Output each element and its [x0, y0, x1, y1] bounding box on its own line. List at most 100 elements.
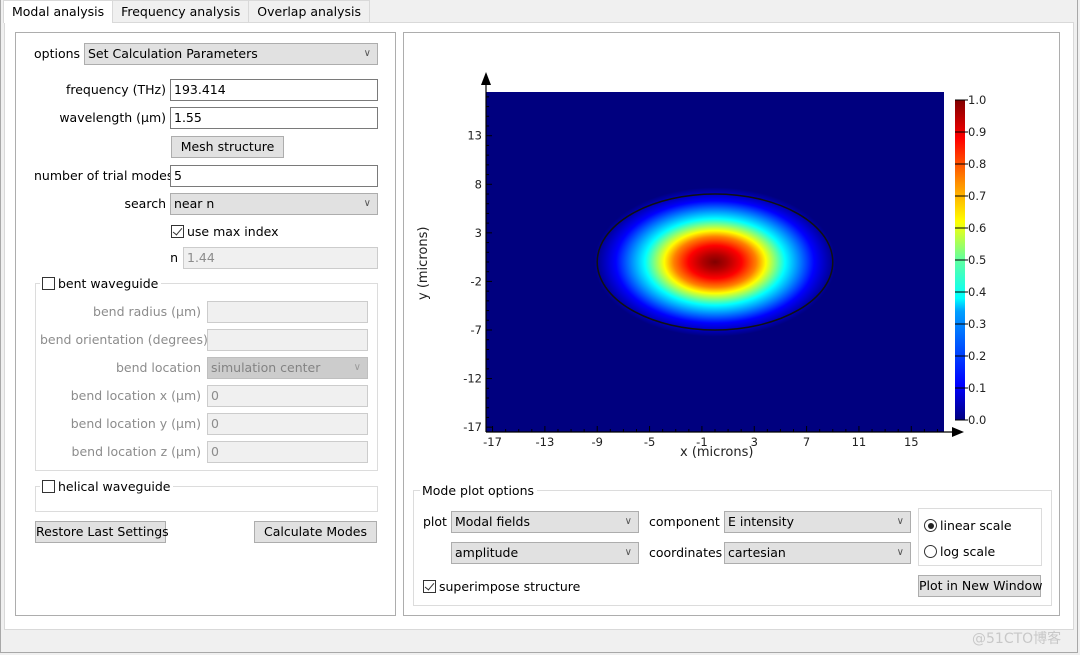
- bend-location-x-input[interactable]: 0: [207, 385, 368, 407]
- y-tick-label: -7: [471, 323, 482, 337]
- n-input[interactable]: 1.44: [183, 247, 378, 269]
- n-label: n: [170, 250, 178, 265]
- bend-radius-label: bend radius (µm): [93, 304, 201, 319]
- bend-location-dropdown[interactable]: simulation center ∨: [207, 357, 368, 379]
- plot-label: plot: [423, 514, 447, 529]
- bend-location-z-input[interactable]: 0: [207, 441, 368, 463]
- plot-in-new-window-button[interactable]: Plot in New Window: [918, 575, 1042, 597]
- x-tick-label: 15: [904, 435, 919, 449]
- y-axis-arrow-icon: [481, 72, 491, 85]
- chevron-down-icon: ∨: [353, 362, 361, 373]
- mesh-structure-button[interactable]: Mesh structure: [171, 136, 284, 158]
- options-dropdown[interactable]: Set Calculation Parameters ∨: [84, 43, 378, 65]
- bent-waveguide-label: bent waveguide: [58, 275, 159, 291]
- y-tick-label: -2: [471, 274, 482, 288]
- bend-location-z-label: bend location z (µm): [71, 444, 201, 459]
- checkbox-unchecked-icon: [42, 277, 55, 290]
- bend-orientation-input[interactable]: [207, 329, 368, 351]
- wavelength-label: wavelength (µm): [59, 110, 166, 125]
- component-dropdown[interactable]: E intensity ∨: [724, 511, 911, 533]
- component-value: E intensity: [728, 514, 795, 529]
- colorbar-tick-label: 0.8: [968, 157, 986, 171]
- bent-waveguide-checkbox[interactable]: bent waveguide: [40, 275, 162, 293]
- bend-location-x-label: bend location x (µm): [70, 388, 201, 403]
- y-tick-label: 3: [475, 226, 482, 240]
- restore-last-settings-button[interactable]: Restore Last Settings: [35, 521, 169, 543]
- x-tick-label: 7: [803, 435, 810, 449]
- log-scale-radio[interactable]: log scale: [924, 542, 995, 560]
- plot-dropdown[interactable]: Modal fields ∨: [451, 511, 639, 533]
- superimpose-structure-label: superimpose structure: [439, 578, 581, 594]
- y-axis-title: y (microns): [416, 226, 431, 300]
- helical-waveguide-label: helical waveguide: [58, 478, 171, 494]
- colorbar-tick-label: 1.0: [968, 93, 986, 107]
- checkbox-checked-icon: [171, 225, 184, 238]
- coordinates-dropdown[interactable]: cartesian ∨: [724, 542, 911, 564]
- x-tick-label: -5: [644, 435, 655, 449]
- x-tick-label: -9: [591, 435, 602, 449]
- bend-orientation-label: bend orientation (degrees): [40, 332, 208, 347]
- x-tick-label: 11: [852, 435, 867, 449]
- colorbar-tick-label: 0.9: [968, 125, 986, 139]
- frequency-label: frequency (THz): [65, 82, 166, 97]
- helical-waveguide-checkbox[interactable]: helical waveguide: [40, 478, 174, 496]
- use-max-index-checkbox[interactable]: use max index: [171, 222, 279, 240]
- plot-type-dropdown[interactable]: amplitude ∨: [451, 542, 639, 564]
- linear-scale-label: linear scale: [940, 517, 1012, 533]
- bend-radius-input[interactable]: [207, 301, 368, 323]
- wavelength-input[interactable]: 1.55: [170, 107, 378, 129]
- bend-location-label: bend location: [115, 360, 201, 375]
- tab-overlap-analysis[interactable]: Overlap analysis: [248, 0, 370, 22]
- tab-bar: Modal analysis Frequency analysis Overla…: [3, 0, 370, 23]
- colorbar-tick-label: 0.0: [968, 413, 986, 427]
- use-max-index-label: use max index: [187, 223, 279, 239]
- x-axis-title: x (microns): [680, 445, 754, 460]
- chevron-down-icon: ∨: [624, 516, 632, 527]
- options-value: Set Calculation Parameters: [88, 46, 258, 61]
- search-label: search: [124, 196, 166, 211]
- trial-modes-input[interactable]: 5: [170, 165, 378, 187]
- chevron-down-icon: ∨: [363, 48, 371, 59]
- chevron-down-icon: ∨: [624, 547, 632, 558]
- chevron-down-icon: ∨: [896, 547, 904, 558]
- search-value: near n: [174, 196, 215, 211]
- mode-plot: -17 -13 -9 -5 -1 3 7 11 15 -17 -12 -7 -2 3 8 13 0.0 0.1 0.…: [410, 60, 1050, 470]
- options-label: options: [34, 46, 81, 61]
- watermark: @51CTO博客: [972, 631, 1062, 647]
- y-tick-label: 13: [467, 129, 482, 143]
- search-dropdown[interactable]: near n ∨: [170, 193, 378, 215]
- coordinates-label: coordinates: [649, 545, 723, 560]
- calculate-modes-button[interactable]: Calculate Modes: [254, 521, 377, 543]
- colorbar-tick-label: 0.5: [968, 253, 986, 267]
- bend-location-y-input[interactable]: 0: [207, 413, 368, 435]
- y-tick-label: -12: [463, 372, 482, 386]
- colorbar-tick-label: 0.4: [968, 285, 986, 299]
- tab-modal-analysis[interactable]: Modal analysis: [3, 0, 114, 23]
- colorbar-tick-label: 0.1: [968, 381, 986, 395]
- mode-plot-options-title: Mode plot options: [420, 483, 537, 499]
- y-tick-label: -17: [463, 420, 482, 434]
- bend-location-y-label: bend location y (µm): [70, 416, 201, 431]
- log-scale-label: log scale: [940, 543, 996, 559]
- superimpose-structure-checkbox[interactable]: superimpose structure: [423, 577, 580, 595]
- x-tick-label: -13: [535, 435, 554, 449]
- mode-field-intensity: [594, 187, 836, 337]
- frequency-input[interactable]: 193.414: [170, 79, 378, 101]
- x-axis-arrow-icon: [952, 427, 964, 437]
- colorbar-tick-label: 0.2: [968, 349, 986, 363]
- mode-plot-svg: -17 -13 -9 -5 -1 3 7 11 15-17-12-7-238130.00.10.…: [463, 72, 986, 449]
- chevron-down-icon: ∨: [363, 198, 371, 209]
- linear-scale-radio[interactable]: linear scale: [924, 516, 1012, 534]
- component-label: component: [649, 514, 720, 529]
- y-tick-label: 8: [475, 177, 482, 191]
- bend-location-value: simulation center: [211, 360, 321, 375]
- radio-unselected-icon: [924, 545, 937, 558]
- colorbar-tick-label: 0.7: [968, 189, 986, 203]
- x-tick-label: -17: [483, 435, 502, 449]
- checkbox-unchecked-icon: [42, 480, 55, 493]
- coordinates-value: cartesian: [728, 545, 786, 560]
- colorbar-tick-label: 0.3: [968, 317, 986, 331]
- tab-frequency-analysis[interactable]: Frequency analysis: [112, 0, 250, 22]
- colorbar-tick-label: 0.6: [968, 221, 986, 235]
- plot-type-value: amplitude: [455, 545, 519, 560]
